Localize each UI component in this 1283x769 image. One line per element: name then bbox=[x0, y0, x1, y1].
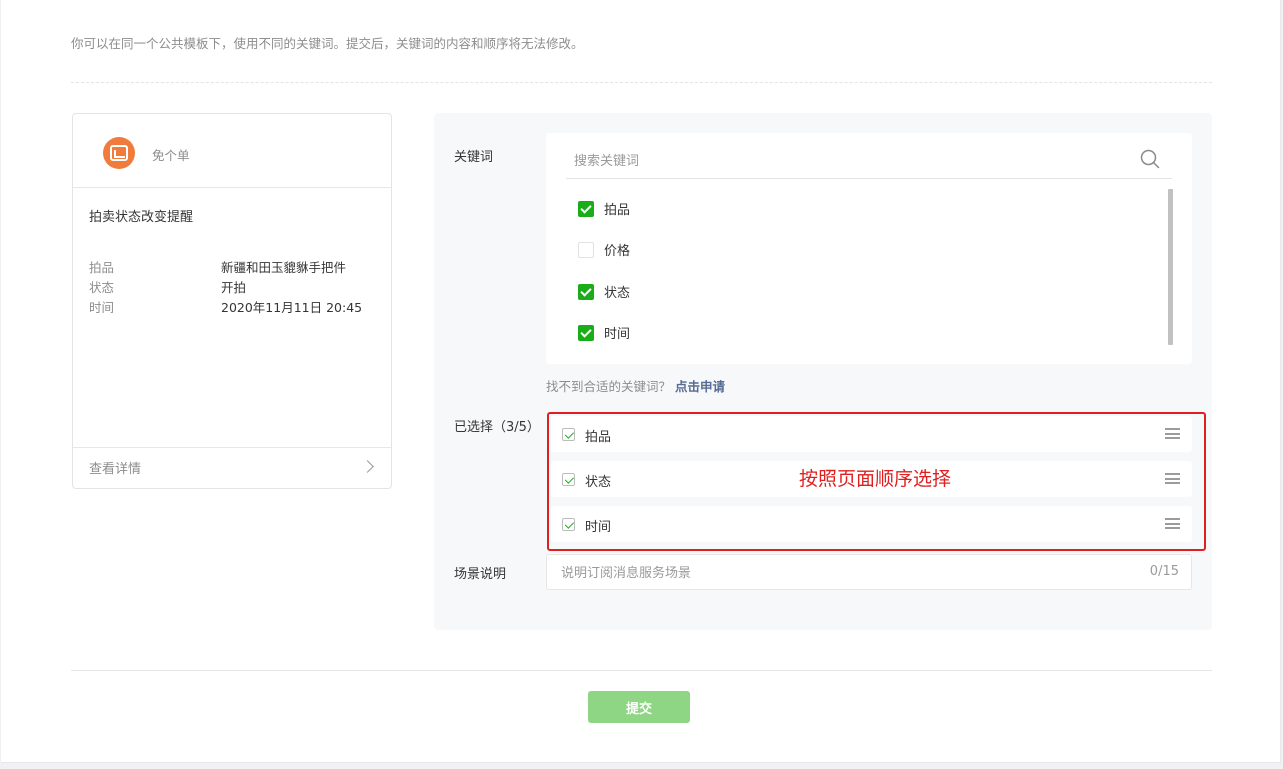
preview-field: 状态 开拍 bbox=[89, 277, 379, 297]
preview-card: 免个单 拍卖状态改变提醒 拍品 新疆和田玉貔貅手把件 状态 开拍 时间 2020… bbox=[72, 113, 392, 489]
keyword-hint: 找不到合适的关键词？ 点击申请 bbox=[546, 376, 725, 395]
selected-item[interactable]: 时间 bbox=[551, 506, 1192, 542]
keyword-option-label: 拍品 bbox=[604, 203, 631, 218]
keyword-picker: 拍品 价格 状态 时间 bbox=[546, 133, 1192, 364]
selected-label: 已选择（3/5） bbox=[454, 420, 540, 435]
selected-item-label: 拍品 bbox=[585, 430, 612, 445]
keyword-option[interactable]: 价格 bbox=[578, 240, 630, 281]
checkbox-checked[interactable] bbox=[562, 428, 575, 441]
checkbox-unchecked[interactable] bbox=[578, 242, 594, 259]
preview-field: 拍品 新疆和田玉貔貅手把件 bbox=[89, 257, 379, 277]
checkbox-checked[interactable] bbox=[578, 201, 594, 217]
chevron-right-icon bbox=[361, 460, 374, 473]
checkbox-checked[interactable] bbox=[562, 473, 575, 486]
keyword-option[interactable]: 时间 bbox=[578, 323, 630, 364]
footer-divider bbox=[71, 670, 1212, 671]
selected-keywords-box: 拍品 状态 时间 按照页面顺序选择 bbox=[547, 412, 1206, 551]
char-count: 0/15 bbox=[1149, 564, 1179, 579]
drag-handle-icon[interactable] bbox=[1165, 518, 1180, 529]
apply-keyword-link[interactable]: 点击申请 bbox=[675, 379, 725, 394]
keyword-search-input[interactable] bbox=[566, 147, 1126, 175]
keyword-option-label: 价格 bbox=[604, 244, 631, 260]
scene-label: 场景说明 bbox=[454, 567, 507, 582]
keywords-label: 关键词 bbox=[454, 150, 494, 165]
field-key: 拍品 bbox=[89, 260, 115, 275]
selected-item-label: 状态 bbox=[585, 475, 612, 490]
scene-field: 0/15 bbox=[546, 554, 1192, 590]
app-logo-icon bbox=[103, 137, 135, 169]
field-value: 新疆和田玉貔貅手把件 bbox=[221, 260, 347, 275]
checkbox-checked[interactable] bbox=[562, 518, 575, 531]
checkbox-checked[interactable] bbox=[578, 283, 594, 300]
view-details-label: 查看详情 bbox=[89, 462, 142, 477]
selected-item-label: 时间 bbox=[585, 520, 612, 535]
submit-button[interactable]: 提交 bbox=[588, 691, 690, 723]
drag-handle-icon[interactable] bbox=[1165, 428, 1180, 439]
preview-card-header: 免个单 bbox=[73, 114, 391, 188]
field-value: 开拍 bbox=[221, 280, 247, 295]
view-details-link[interactable]: 查看详情 bbox=[73, 447, 391, 488]
keyword-options: 拍品 价格 状态 时间 bbox=[578, 199, 630, 364]
checkbox-checked[interactable] bbox=[578, 324, 594, 341]
divider bbox=[71, 82, 1212, 83]
keyword-option-label: 时间 bbox=[604, 326, 631, 342]
selected-item[interactable]: 拍品 bbox=[551, 416, 1192, 452]
field-key: 时间 bbox=[89, 300, 115, 315]
keyword-option-label: 状态 bbox=[604, 285, 631, 301]
field-key: 状态 bbox=[89, 280, 115, 295]
keyword-option[interactable]: 状态 bbox=[578, 282, 630, 323]
order-annotation: 按照页面顺序选择 bbox=[799, 468, 952, 490]
brand-name: 免个单 bbox=[152, 148, 190, 163]
preview-fields: 拍品 新疆和田玉貔貅手把件 状态 开拍 时间 2020年11月11日 20:45 bbox=[89, 257, 379, 317]
keyword-config-area: 关键词 拍品 价格 状态 bbox=[434, 113, 1212, 630]
keyword-option[interactable]: 拍品 bbox=[578, 199, 630, 240]
field-value: 2020年11月11日 20:45 bbox=[221, 300, 363, 315]
drag-handle-icon[interactable] bbox=[1165, 473, 1180, 484]
keyword-scrollbar[interactable] bbox=[1168, 189, 1173, 345]
keyword-search bbox=[566, 147, 1172, 179]
search-icon[interactable] bbox=[1140, 149, 1160, 169]
scene-input[interactable] bbox=[561, 563, 1121, 583]
keyword-hint-text: 找不到合适的关键词？ bbox=[546, 379, 672, 394]
preview-title: 拍卖状态改变提醒 bbox=[89, 210, 194, 225]
main-panel: 你可以在同一个公共模板下，使用不同的关键词。提交后，关键词的内容和顺序将无法修改… bbox=[1, 0, 1281, 763]
intro-text: 你可以在同一个公共模板下，使用不同的关键词。提交后，关键词的内容和顺序将无法修改… bbox=[71, 36, 584, 51]
preview-field: 时间 2020年11月11日 20:45 bbox=[89, 297, 379, 317]
